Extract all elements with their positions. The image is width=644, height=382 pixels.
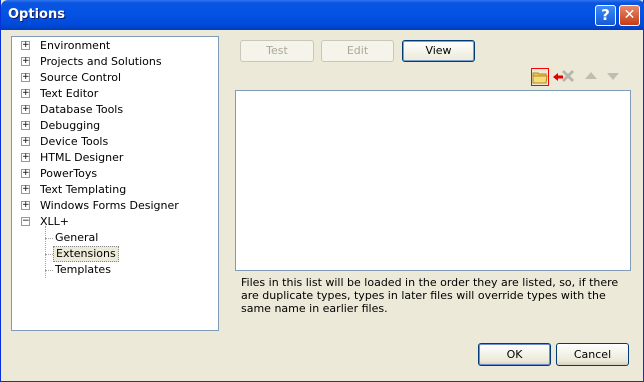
ok-button[interactable]: OK	[478, 343, 551, 366]
expand-icon[interactable]: +	[21, 57, 30, 66]
expand-icon[interactable]: +	[21, 121, 30, 130]
tree-item-label: Debugging	[40, 119, 101, 132]
view-button[interactable]: View	[402, 40, 475, 62]
title-bar[interactable]: Options ? ✕	[1, 0, 644, 30]
cancel-button[interactable]: Cancel	[556, 343, 629, 366]
expand-icon[interactable]: +	[21, 185, 30, 194]
options-window: Options ? ✕ + Environment + Projects and…	[0, 0, 644, 382]
expand-icon[interactable]: +	[21, 73, 30, 82]
tree-item-projects-and-solutions[interactable]: + Projects and Solutions	[12, 54, 216, 70]
tree-item-templates[interactable]: Templates	[12, 262, 216, 278]
options-tree[interactable]: + Environment + Projects and Solutions +…	[11, 36, 219, 331]
move-up-icon[interactable]	[583, 68, 601, 86]
help-button[interactable]: ?	[595, 5, 616, 26]
tree-item-label: Source Control	[40, 71, 122, 84]
extensions-list[interactable]	[235, 90, 631, 271]
expand-icon[interactable]: +	[21, 137, 30, 146]
tree-item-database-tools[interactable]: + Database Tools	[12, 102, 216, 118]
tree-item-label: Text Templating	[40, 183, 127, 196]
tree-item-label-selected: Extensions	[53, 246, 119, 262]
dialog-client: + Environment + Projects and Solutions +…	[4, 30, 642, 379]
edit-button[interactable]: Edit	[321, 40, 394, 62]
tree-item-label: Projects and Solutions	[40, 55, 162, 68]
tree-item-source-control[interactable]: + Source Control	[12, 70, 216, 86]
tree-item-environment[interactable]: + Environment	[12, 38, 216, 54]
window-title: Options	[8, 7, 65, 22]
tree-item-powertoys[interactable]: + PowerToys	[12, 166, 216, 182]
expand-icon[interactable]: +	[21, 41, 30, 50]
tree-item-html-designer[interactable]: + HTML Designer	[12, 150, 216, 166]
tree-item-label: Database Tools	[40, 103, 124, 116]
tree-item-label: Templates	[55, 263, 111, 276]
expand-icon[interactable]: +	[21, 153, 30, 162]
expand-icon[interactable]: +	[21, 89, 30, 98]
tree-item-device-tools[interactable]: + Device Tools	[12, 134, 216, 150]
tree-item-label: PowerToys	[40, 167, 98, 180]
collapse-icon[interactable]: −	[21, 217, 30, 226]
expand-icon[interactable]: +	[21, 169, 30, 178]
tree-item-label: XLL+	[40, 215, 70, 228]
delete-icon[interactable]	[560, 68, 578, 86]
expand-icon[interactable]: +	[21, 201, 30, 210]
tree-item-general[interactable]: General	[12, 230, 216, 246]
tree-item-label: Environment	[40, 39, 111, 52]
tree-item-debugging[interactable]: + Debugging	[12, 118, 216, 134]
test-button[interactable]: Test	[240, 40, 314, 62]
tree-item-text-editor[interactable]: + Text Editor	[12, 86, 216, 102]
add-folder-icon[interactable]	[531, 68, 549, 86]
load-order-note: Files in this list will be loaded in the…	[241, 276, 619, 315]
move-down-icon[interactable]	[605, 68, 623, 86]
tree-item-label: HTML Designer	[40, 151, 124, 164]
tree-item-label: Text Editor	[40, 87, 99, 100]
tree-item-extensions[interactable]: Extensions	[12, 246, 216, 262]
tree-item-xll-plus[interactable]: − XLL+	[12, 214, 216, 230]
expand-icon[interactable]: +	[21, 105, 30, 114]
tree-item-label: Device Tools	[40, 135, 109, 148]
close-button[interactable]: ✕	[619, 5, 640, 26]
tree-item-label: Windows Forms Designer	[40, 199, 179, 212]
tree-item-label: General	[55, 231, 99, 244]
tree-item-text-templating[interactable]: + Text Templating	[12, 182, 216, 198]
tree-item-windows-forms-designer[interactable]: + Windows Forms Designer	[12, 198, 216, 214]
